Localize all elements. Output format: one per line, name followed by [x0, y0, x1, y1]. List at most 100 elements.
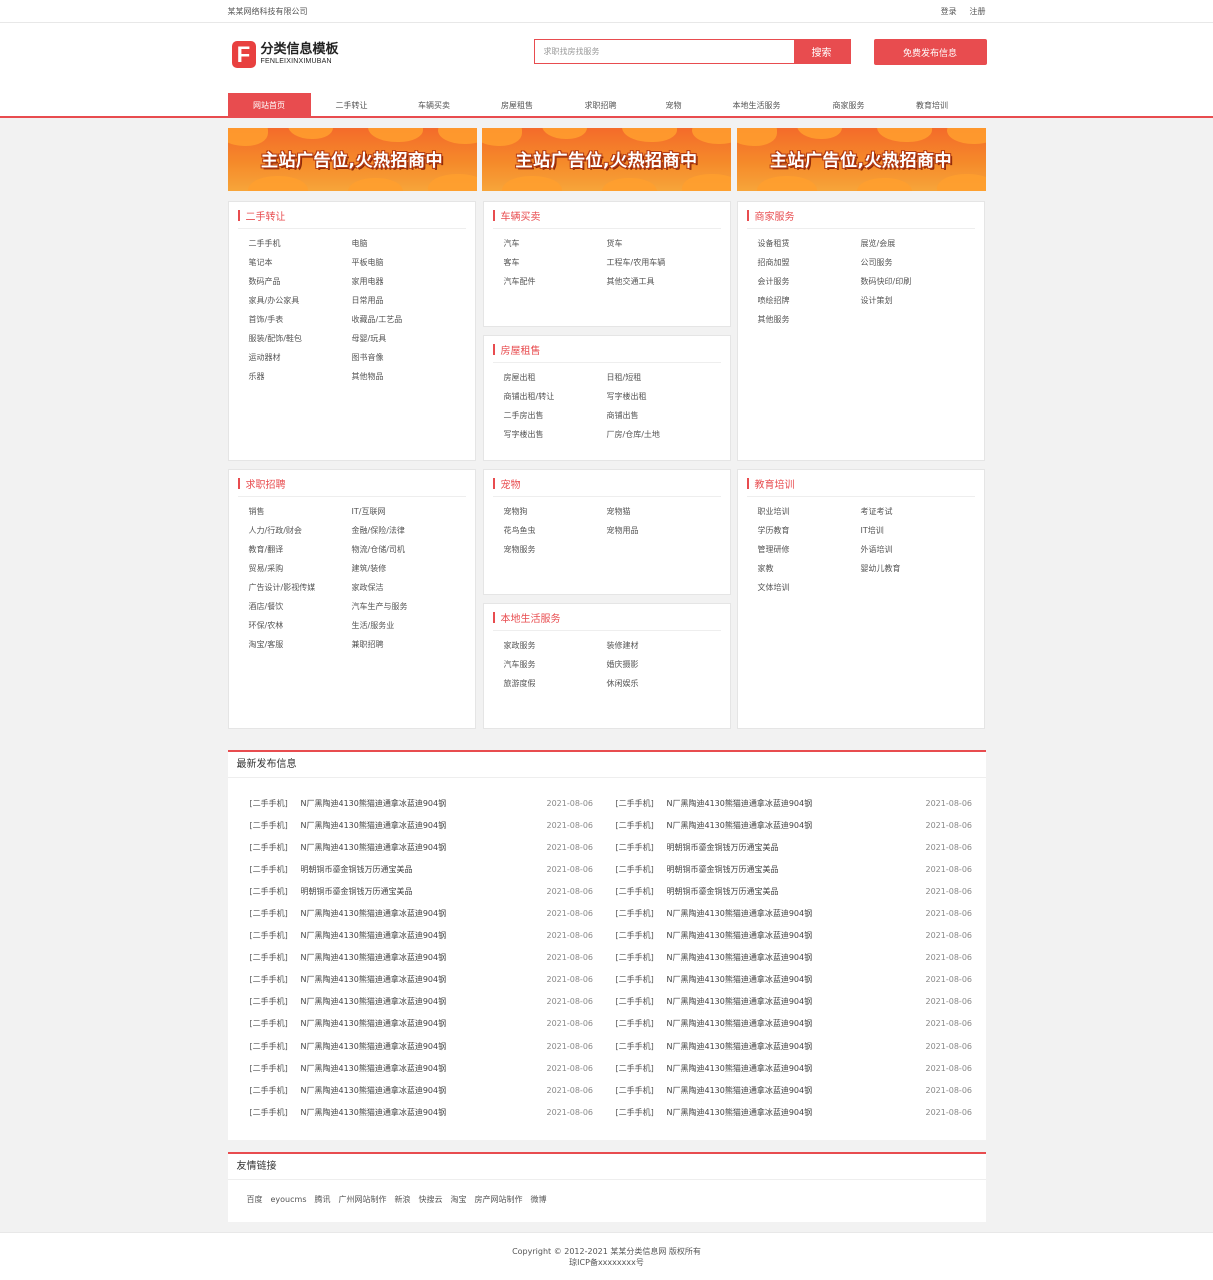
- category-title-text[interactable]: 商家服务: [755, 208, 795, 223]
- post-category[interactable]: [二手手机]: [228, 1041, 298, 1052]
- category-link[interactable]: 喷绘招牌: [758, 291, 861, 310]
- post-category[interactable]: [二手手机]: [607, 820, 664, 831]
- post-title[interactable]: 明朝铜币鎏金铜钱万历通宝美品: [298, 864, 547, 875]
- post-category[interactable]: [二手手机]: [607, 842, 664, 853]
- category-link[interactable]: 职业培训: [758, 502, 861, 521]
- post-category[interactable]: [二手手机]: [607, 908, 664, 919]
- category-link[interactable]: 其他服务: [758, 310, 861, 329]
- post-category[interactable]: [二手手机]: [607, 996, 664, 1007]
- category-link[interactable]: 工程车/农用车辆: [607, 253, 710, 272]
- category-link[interactable]: 设备租赁: [758, 234, 861, 253]
- post-category[interactable]: [二手手机]: [607, 798, 664, 809]
- friend-link[interactable]: 新浪: [394, 1195, 410, 1204]
- category-link[interactable]: IT/互联网: [352, 502, 455, 521]
- category-link[interactable]: 金融/保险/法律: [352, 521, 455, 540]
- post-category[interactable]: [二手手机]: [228, 820, 298, 831]
- category-link[interactable]: 考证考试: [861, 502, 964, 521]
- category-title-text[interactable]: 二手转让: [246, 208, 286, 223]
- category-link[interactable]: 家用电器: [352, 272, 455, 291]
- category-link[interactable]: 日常用品: [352, 291, 455, 310]
- category-link[interactable]: 厂房/仓库/土地: [607, 425, 710, 444]
- category-link[interactable]: 淘宝/客服: [249, 635, 352, 654]
- category-link[interactable]: 生活/服务业: [352, 616, 455, 635]
- post-title[interactable]: N厂黑陶迪4130熊猫迪通拿冰蓝迪904钢: [298, 1085, 547, 1096]
- post-title[interactable]: N厂黑陶迪4130熊猫迪通拿冰蓝迪904钢: [298, 1041, 547, 1052]
- post-title[interactable]: N厂黑陶迪4130熊猫迪通拿冰蓝迪904钢: [664, 1107, 926, 1118]
- friend-link[interactable]: 微博: [530, 1195, 546, 1204]
- login-link[interactable]: 登录: [941, 7, 957, 16]
- post-title[interactable]: N厂黑陶迪4130熊猫迪通拿冰蓝迪904钢: [298, 952, 547, 963]
- post-category[interactable]: [二手手机]: [607, 864, 664, 875]
- post-category[interactable]: [二手手机]: [228, 996, 298, 1007]
- category-title-text[interactable]: 教育培训: [755, 476, 795, 491]
- post-title[interactable]: N厂黑陶迪4130熊猫迪通拿冰蓝迪904钢: [298, 820, 547, 831]
- post-category[interactable]: [二手手机]: [607, 952, 664, 963]
- post-category[interactable]: [二手手机]: [228, 1063, 298, 1074]
- category-link[interactable]: 销售: [249, 502, 352, 521]
- post-category[interactable]: [二手手机]: [607, 1085, 664, 1096]
- category-link[interactable]: 二手手机: [249, 234, 352, 253]
- post-title[interactable]: N厂黑陶迪4130熊猫迪通拿冰蓝迪904钢: [664, 1063, 926, 1074]
- category-link[interactable]: 物流/仓储/司机: [352, 540, 455, 559]
- post-category[interactable]: [二手手机]: [228, 886, 298, 897]
- category-link[interactable]: 学历教育: [758, 521, 861, 540]
- post-title[interactable]: N厂黑陶迪4130熊猫迪通拿冰蓝迪904钢: [298, 930, 547, 941]
- post-title[interactable]: 明朝铜币鎏金铜钱万历通宝美品: [664, 864, 926, 875]
- category-link[interactable]: IT培训: [861, 521, 964, 540]
- category-link[interactable]: 母婴/玩具: [352, 329, 455, 348]
- category-link[interactable]: 电脑: [352, 234, 455, 253]
- post-title[interactable]: N厂黑陶迪4130熊猫迪通拿冰蓝迪904钢: [664, 820, 926, 831]
- category-link[interactable]: 二手房出售: [504, 406, 607, 425]
- post-category[interactable]: [二手手机]: [607, 930, 664, 941]
- post-title[interactable]: N厂黑陶迪4130熊猫迪通拿冰蓝迪904钢: [298, 1018, 547, 1029]
- category-title-text[interactable]: 宠物: [501, 476, 521, 491]
- post-category[interactable]: [二手手机]: [228, 1018, 298, 1029]
- category-link[interactable]: 平板电脑: [352, 253, 455, 272]
- friend-link[interactable]: 百度: [247, 1195, 263, 1204]
- site-logo[interactable]: F 分类信息模板 FENLEIXINXIMUBAN: [231, 41, 339, 68]
- friend-link[interactable]: 广州网站制作: [338, 1195, 386, 1204]
- post-category[interactable]: [二手手机]: [607, 1107, 664, 1118]
- category-link[interactable]: 宠物狗: [504, 502, 607, 521]
- post-title[interactable]: 明朝铜币鎏金铜钱万历通宝美品: [664, 886, 926, 897]
- category-link[interactable]: 家政服务: [504, 636, 607, 655]
- category-link[interactable]: 装修建材: [607, 636, 710, 655]
- post-category[interactable]: [二手手机]: [607, 886, 664, 897]
- post-category[interactable]: [二手手机]: [607, 1018, 664, 1029]
- category-title-text[interactable]: 求职招聘: [246, 476, 286, 491]
- category-link[interactable]: 展览/会展: [861, 234, 964, 253]
- category-link[interactable]: 汽车生产与服务: [352, 597, 455, 616]
- post-title[interactable]: N厂黑陶迪4130熊猫迪通拿冰蓝迪904钢: [664, 974, 926, 985]
- category-link[interactable]: 休闲娱乐: [607, 674, 710, 693]
- nav-item-local-services[interactable]: 本地生活服务: [705, 93, 809, 118]
- friend-link[interactable]: 快搜云: [418, 1195, 442, 1204]
- category-link[interactable]: 会计服务: [758, 272, 861, 291]
- publish-button[interactable]: 免费发布信息: [873, 39, 987, 65]
- post-category[interactable]: [二手手机]: [228, 842, 298, 853]
- post-category[interactable]: [二手手机]: [228, 908, 298, 919]
- friend-link[interactable]: 腾讯: [314, 1195, 330, 1204]
- category-link[interactable]: 写字楼出售: [504, 425, 607, 444]
- post-category[interactable]: [二手手机]: [228, 1085, 298, 1096]
- category-link[interactable]: 人力/行政/财会: [249, 521, 352, 540]
- category-link[interactable]: 数码产品: [249, 272, 352, 291]
- category-link[interactable]: 汽车配件: [504, 272, 607, 291]
- category-link[interactable]: 婴幼儿教育: [861, 559, 964, 578]
- post-title[interactable]: N厂黑陶迪4130熊猫迪通拿冰蓝迪904钢: [298, 1063, 547, 1074]
- register-link[interactable]: 注册: [970, 7, 986, 16]
- post-title[interactable]: 明朝铜币鎏金铜钱万历通宝美品: [664, 842, 926, 853]
- category-link[interactable]: 花鸟鱼虫: [504, 521, 607, 540]
- nav-item-education[interactable]: 教育培训: [889, 93, 976, 118]
- post-category[interactable]: [二手手机]: [228, 1107, 298, 1118]
- category-link[interactable]: 写字楼出租: [607, 387, 710, 406]
- ad-banner[interactable]: 主站广告位,火热招商中: [227, 128, 477, 191]
- post-title[interactable]: N厂黑陶迪4130熊猫迪通拿冰蓝迪904钢: [664, 952, 926, 963]
- post-title[interactable]: N厂黑陶迪4130熊猫迪通拿冰蓝迪904钢: [664, 1085, 926, 1096]
- post-title[interactable]: N厂黑陶迪4130熊猫迪通拿冰蓝迪904钢: [664, 996, 926, 1007]
- category-link[interactable]: 酒店/餐饮: [249, 597, 352, 616]
- category-link[interactable]: 家政保洁: [352, 578, 455, 597]
- friend-link[interactable]: 房产网站制作: [474, 1195, 522, 1204]
- category-link[interactable]: 首饰/手表: [249, 310, 352, 329]
- category-link[interactable]: 旅游度假: [504, 674, 607, 693]
- post-category[interactable]: [二手手机]: [607, 1041, 664, 1052]
